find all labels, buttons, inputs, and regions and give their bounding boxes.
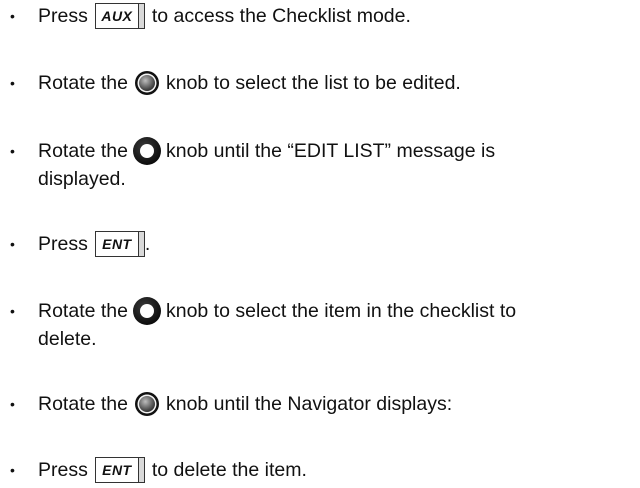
aux-key-icon: AUX	[94, 3, 145, 29]
step-text-post: knob to select the list to be edited.	[165, 72, 461, 94]
ent-key-icon: ENT	[94, 457, 145, 483]
step-text-pre: Rotate the	[38, 393, 128, 415]
step-text-post: .	[144, 233, 151, 255]
step-text-pre: Rotate the	[38, 300, 128, 322]
step-text-post: knob to select the item in the checklist…	[165, 300, 517, 322]
step-text-post: to access the Checklist mode.	[151, 5, 411, 27]
bullet: •	[10, 8, 15, 24]
step-text-cont: displayed.	[38, 168, 126, 190]
ent-key-label: ENT	[102, 236, 132, 252]
step-text-pre: Press	[38, 459, 88, 481]
ent-key-label: ENT	[102, 462, 132, 478]
step-text: Rotate the knob until the “EDIT LIST” me…	[38, 137, 634, 193]
bullet: •	[10, 303, 15, 319]
knob-inner-icon	[130, 390, 164, 418]
step-text-post: knob until the Navigator displays:	[165, 393, 453, 415]
step-text-pre: Rotate the	[38, 72, 128, 94]
bullet: •	[10, 396, 15, 412]
bullet: •	[10, 462, 15, 478]
step-text: Press ENT to delete the item.	[38, 456, 634, 484]
ent-key-icon: ENT	[94, 231, 145, 257]
bullet: •	[10, 143, 15, 159]
aux-key-label: AUX	[101, 8, 133, 24]
step-text: Press AUX to access the Checklist mode.	[38, 2, 634, 30]
step-text: Rotate the knob to select the list to be…	[38, 69, 634, 97]
knob-inner-icon	[130, 69, 164, 97]
step-text: Rotate the knob until the Navigator disp…	[38, 390, 634, 418]
step-text-post: to delete the item.	[151, 459, 307, 481]
step-text-post: knob until the “EDIT LIST” message is	[165, 140, 496, 162]
step-text: Press ENT .	[38, 230, 634, 258]
bullet: •	[10, 75, 15, 91]
step-text-pre: Press	[38, 233, 88, 255]
step-text-pre: Rotate the	[38, 140, 128, 162]
step-text-cont: delete.	[38, 328, 97, 350]
bullet: •	[10, 236, 15, 252]
step-text: Rotate the knob to select the item in th…	[38, 297, 634, 353]
knob-outer-icon	[130, 297, 164, 325]
knob-outer-icon	[130, 137, 164, 165]
step-text-pre: Press	[38, 5, 88, 27]
